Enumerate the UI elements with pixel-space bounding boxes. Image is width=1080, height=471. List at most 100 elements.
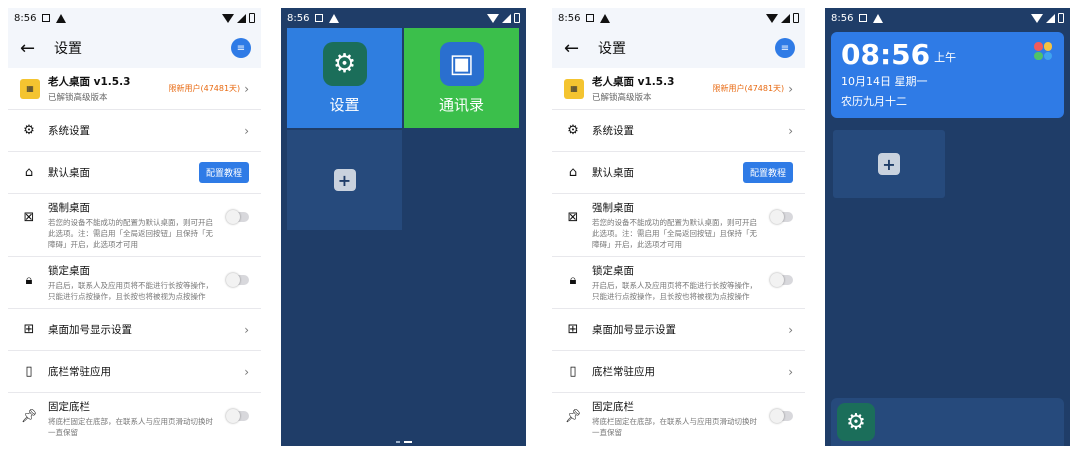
status-time: 8:56 [558, 12, 581, 24]
battery-icon [514, 13, 520, 23]
lock-desktop-desc: 开启后，联系人及应用页将不能进行长按等操作，只能进行点按操作，且长按也将被视为点… [48, 281, 213, 301]
app-name: 老人桌面 v1.5.3 [48, 76, 131, 88]
add-tile[interactable]: + [287, 130, 402, 230]
arrow-back-icon[interactable]: ← [564, 38, 590, 59]
notification-icon [586, 14, 595, 22]
tile-contacts[interactable]: ▣ 通讯录 [404, 28, 519, 128]
lock-desktop-row: 🔒︎ 锁定桌面 开启后，联系人及应用页将不能进行长按等操作，只能进行点按操作，且… [552, 257, 805, 309]
chevron-right-icon: › [244, 364, 249, 379]
status-bar: 8:56 [281, 8, 526, 28]
plus-display-label: 桌面加号显示设置 [592, 324, 676, 336]
force-desktop-toggle[interactable] [226, 210, 249, 224]
status-time: 8:56 [14, 12, 37, 24]
plus-display-row[interactable]: ⊞ 桌面加号显示设置 › [552, 309, 805, 351]
help-icon[interactable]: ≡ [775, 38, 795, 58]
tile-settings[interactable]: ⚙ 设置 [287, 28, 402, 128]
warning-icon [873, 13, 884, 23]
chevron-right-icon: › [788, 81, 793, 96]
status-badge: 限新用户(47481天) [168, 84, 241, 93]
lock-icon: 🔒︎ [25, 273, 33, 288]
force-desktop-row: ⊠ 强制桌面 若您的设备不能成功的配置为默认桌面，则可开启此选项。注：需启用「全… [8, 194, 261, 257]
default-desktop-row: ⌂ 默认桌面 配置教程 [552, 152, 805, 194]
dock-bar: ⚙ [831, 398, 1064, 446]
lock-icon: 🔒︎ [569, 273, 577, 288]
signal-icon [502, 13, 511, 23]
page-title: 设置 [598, 41, 626, 57]
fixed-dock-title: 固定底栏 [592, 401, 634, 413]
dock-apps-label: 底栏常驻应用 [48, 366, 111, 378]
fixed-dock-toggle[interactable] [226, 409, 249, 423]
default-desktop-label: 默认桌面 [48, 167, 90, 179]
settings-phone-2: 8:56 ← 设置 ≡ ▦ 老人桌面 v1.5.3 已解锁高级版本 限新用户(4… [552, 8, 805, 446]
config-tutorial-button[interactable]: 配置教程 [198, 162, 249, 183]
add-tile[interactable]: + [833, 130, 945, 198]
signal-icon [781, 13, 790, 23]
force-desktop-row: ⊠ 强制桌面 若您的设备不能成功的配置为默认桌面，则可开启此选项。注：需启用「全… [552, 194, 805, 257]
fixed-dock-toggle[interactable] [770, 409, 793, 423]
status-bar: 8:56 [552, 8, 805, 28]
dock-apps-row[interactable]: ▯ 底栏常驻应用 › [552, 351, 805, 393]
wifi-icon [766, 13, 778, 23]
app-logo-icon: ▦ [564, 78, 584, 99]
force-desktop-desc: 若您的设备不能成功的配置为默认桌面，则可开启此选项。注：需启用「全局返回按钮」且… [592, 218, 757, 249]
wifi-icon [1031, 13, 1043, 23]
fixed-dock-desc: 将底栏固定在底部，在联系人与应用页滑动切换时一直保留 [592, 417, 757, 437]
battery-icon [1058, 13, 1064, 23]
app-subtitle: 已解锁高级版本 [48, 93, 108, 103]
system-settings-label: 系统设置 [592, 125, 634, 137]
gear-icon: ⚙ [567, 123, 579, 138]
contacts-icon: ▣ [439, 41, 484, 86]
page-title: 设置 [54, 41, 82, 57]
system-settings-row[interactable]: ⚙ 系统设置 › [552, 110, 805, 152]
force-desktop-desc: 若您的设备不能成功的配置为默认桌面，则可开启此选项。注：需启用「全局返回按钮」且… [48, 218, 213, 249]
gear-icon[interactable]: ⚙ [837, 403, 875, 441]
page-dot [395, 441, 400, 443]
clock-time-row: 08:56 上午 [841, 38, 1054, 71]
status-badge: 限新用户(47481天) [712, 84, 785, 93]
force-icon: ⊠ [567, 210, 579, 225]
lock-desktop-toggle[interactable] [770, 273, 793, 287]
battery-icon [249, 13, 255, 23]
system-settings-row[interactable]: ⚙ 系统设置 › [8, 110, 261, 152]
gear-icon: ⚙ [23, 123, 35, 138]
app-name: 老人桌面 v1.5.3 [592, 76, 675, 88]
wifi-icon [222, 13, 234, 23]
fixed-dock-row: 📌︎ 固定底栏 将底栏固定在底部，在联系人与应用页滑动切换时一直保留 [8, 393, 261, 444]
clock-phone: 8:56 08:56 上午 10月14日 星期一 农历九月十二 + ⚙ [825, 8, 1070, 446]
arrow-back-icon[interactable]: ← [20, 38, 46, 59]
chevron-right-icon: › [244, 81, 249, 96]
chevron-right-icon: › [788, 123, 793, 138]
force-desktop-title: 强制桌面 [592, 202, 634, 214]
page-indicator [281, 441, 526, 443]
lock-desktop-toggle[interactable] [226, 273, 249, 287]
app-info-row[interactable]: ▦ 老人桌面 v1.5.3 已解锁高级版本 限新用户(47481天) › [552, 68, 805, 110]
plus-box-icon: ⊞ [567, 322, 579, 337]
fixed-dock-desc: 将底栏固定在底部，在联系人与应用页滑动切换时一直保留 [48, 417, 213, 437]
warning-icon [329, 13, 340, 23]
clock-widget[interactable]: 08:56 上午 10月14日 星期一 农历九月十二 [831, 32, 1064, 118]
petal [1034, 42, 1043, 51]
force-desktop-toggle[interactable] [770, 210, 793, 224]
lock-desktop-row: 🔒︎ 锁定桌面 开启后，联系人及应用页将不能进行长按等操作，只能进行点按操作，且… [8, 257, 261, 309]
lock-desktop-title: 锁定桌面 [592, 265, 634, 277]
default-desktop-label: 默认桌面 [592, 167, 634, 179]
dock-apps-row[interactable]: ▯ 底栏常驻应用 › [8, 351, 261, 393]
plus-box-icon: ⊞ [23, 322, 35, 337]
tile-grid: ⚙ 设置 ▣ 通讯录 [281, 28, 526, 128]
app-bar: ← 设置 ≡ [552, 28, 805, 68]
status-time: 8:56 [287, 12, 310, 24]
notification-icon [42, 14, 51, 22]
status-bar: 8:56 [825, 8, 1070, 28]
gear-icon: ⚙ [322, 41, 367, 86]
clock-ampm: 上午 [934, 51, 957, 64]
app-info-row[interactable]: ▦ 老人桌面 v1.5.3 已解锁高级版本 限新用户(47481天) › [8, 68, 261, 110]
help-icon[interactable]: ≡ [231, 38, 251, 58]
fixed-dock-row: 📌︎ 固定底栏 将底栏固定在底部，在联系人与应用页滑动切换时一直保留 [552, 393, 805, 444]
plus-display-row[interactable]: ⊞ 桌面加号显示设置 › [8, 309, 261, 351]
petal [1043, 51, 1052, 60]
dock-apps-label: 底栏常驻应用 [592, 366, 655, 378]
config-tutorial-button[interactable]: 配置教程 [742, 162, 793, 183]
plus-display-label: 桌面加号显示设置 [48, 324, 132, 336]
home-icon: ⌂ [24, 165, 34, 180]
signal-icon [237, 13, 246, 23]
